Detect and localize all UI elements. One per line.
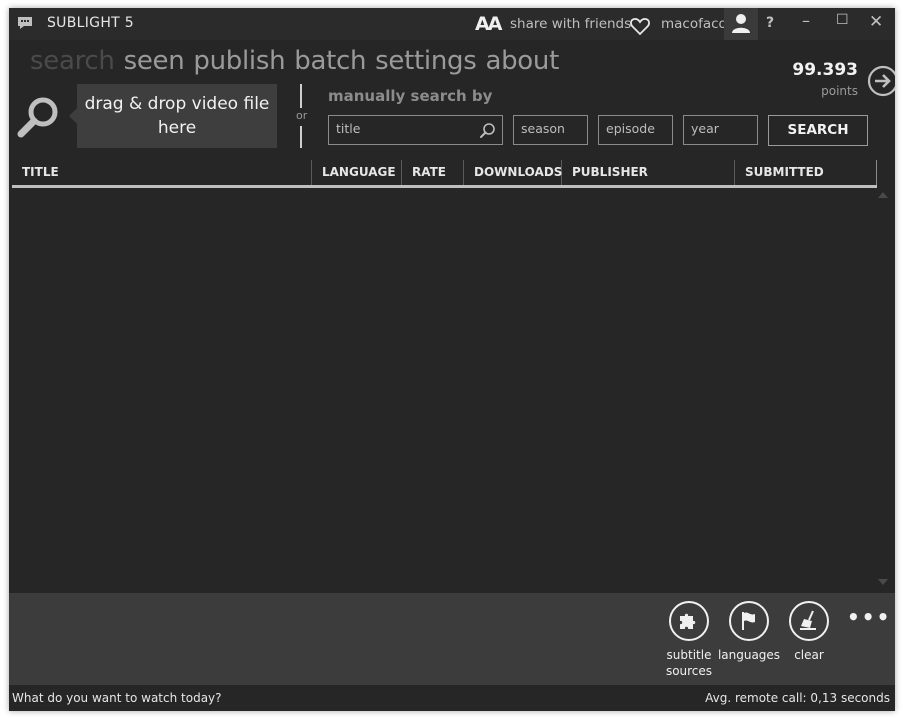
- main-nav: search seen publish batch settings about: [30, 46, 568, 82]
- puzzle-icon: [669, 601, 709, 641]
- maximize-button[interactable]: ☐: [836, 12, 849, 28]
- year-input[interactable]: year: [683, 115, 758, 145]
- broom-icon: [789, 601, 829, 641]
- tab-publish[interactable]: publish: [193, 46, 285, 76]
- tab-about[interactable]: about: [485, 46, 559, 76]
- user-icon: [732, 14, 750, 33]
- drag-drop-area[interactable]: drag & drop video file here: [77, 84, 277, 148]
- heart-icon[interactable]: [628, 14, 652, 38]
- arrow-right-icon[interactable]: [867, 65, 895, 97]
- title-input[interactable]: title: [328, 115, 503, 145]
- status-message: What do you want to watch today?: [12, 691, 222, 705]
- scroll-up-arrow[interactable]: [878, 192, 888, 198]
- more-options-button[interactable]: •••: [847, 605, 891, 629]
- points-value: 99.393: [792, 60, 858, 80]
- title-bar: SUBLIGHT 5 AA share with friends macofac…: [9, 8, 895, 40]
- column-downloads[interactable]: DOWNLOADS: [464, 160, 562, 185]
- points-label: points: [821, 84, 858, 98]
- or-divider-top: [300, 84, 302, 108]
- results-table-header: TITLE LANGUAGE RATE DOWNLOADS PUBLISHER …: [12, 160, 877, 188]
- search-icon[interactable]: [479, 122, 496, 139]
- search-button[interactable]: SEARCH: [768, 115, 868, 146]
- remote-call-timing: Avg. remote call: 0,13 seconds: [705, 691, 890, 705]
- tab-settings[interactable]: settings: [375, 46, 477, 76]
- app-title: SUBLIGHT 5: [47, 15, 134, 31]
- tab-batch[interactable]: batch: [294, 46, 366, 76]
- column-submitted[interactable]: SUBMITTED: [735, 160, 877, 185]
- results-table-body: [12, 188, 877, 588]
- font-size-button[interactable]: AA: [475, 13, 502, 35]
- speech-bubble-icon: [18, 17, 32, 29]
- or-label: or: [296, 109, 308, 122]
- drop-text-line2: here: [157, 118, 197, 138]
- episode-input[interactable]: episode: [598, 115, 673, 145]
- column-rate[interactable]: RATE: [402, 160, 464, 185]
- languages-button[interactable]: languages: [716, 601, 782, 663]
- tab-seen[interactable]: seen: [124, 46, 185, 76]
- magnifier-icon: [17, 97, 58, 138]
- username-link[interactable]: macofaco: [661, 16, 727, 32]
- close-button[interactable]: ✕: [869, 12, 883, 32]
- status-bar: What do you want to watch today? Avg. re…: [9, 687, 895, 711]
- user-avatar-button[interactable]: [724, 8, 758, 40]
- subtitle-sources-button[interactable]: subtitle sources: [656, 601, 722, 679]
- help-button[interactable]: ?: [766, 15, 774, 31]
- minimize-button[interactable]: –: [802, 11, 810, 30]
- app-window: SUBLIGHT 5 AA share with friends macofac…: [9, 8, 895, 711]
- or-divider-bottom: [300, 126, 302, 148]
- column-language[interactable]: LANGUAGE: [312, 160, 402, 185]
- season-input[interactable]: season: [513, 115, 588, 145]
- clear-label: clear: [794, 648, 824, 662]
- languages-label: languages: [717, 648, 781, 662]
- clear-button[interactable]: clear: [776, 601, 842, 663]
- subtitle-sources-label-2: sources: [665, 664, 713, 678]
- share-with-friends-link[interactable]: share with friends: [510, 16, 631, 32]
- drop-text-line1: drag & drop video file: [84, 94, 270, 114]
- drop-box-pointer: [69, 108, 77, 124]
- column-title[interactable]: TITLE: [12, 160, 312, 185]
- subtitle-sources-label-1: subtitle: [666, 648, 712, 662]
- tab-search[interactable]: search: [30, 46, 115, 76]
- column-publisher[interactable]: PUBLISHER: [562, 160, 735, 185]
- manual-search-label: manually search by: [328, 87, 493, 105]
- app-bar: subtitle sources languages clear •••: [9, 593, 895, 685]
- flag-icon: [729, 601, 769, 641]
- scroll-down-arrow[interactable]: [878, 579, 888, 585]
